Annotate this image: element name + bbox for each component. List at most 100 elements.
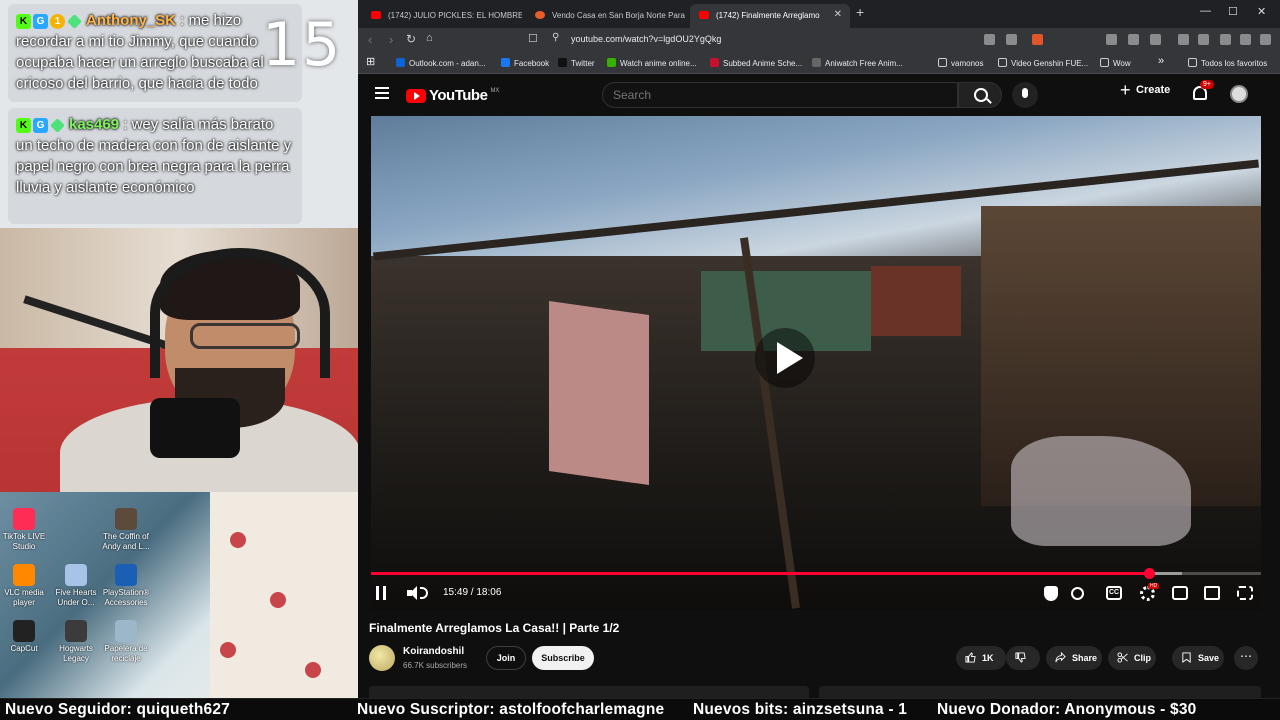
bookmark-item[interactable]: vamonos bbox=[938, 58, 983, 68]
like-button[interactable]: 1K bbox=[956, 646, 1006, 670]
minimize-button[interactable]: — bbox=[1200, 5, 1211, 17]
game-icon bbox=[65, 620, 87, 642]
bookmark-favicon-icon bbox=[501, 58, 510, 67]
bookmark-item[interactable]: Outlook.com - adan... bbox=[396, 58, 485, 68]
ticker-donor: Nuevo Donador: Anonymous - $30 bbox=[937, 701, 1197, 718]
subtitles-button[interactable]: CC bbox=[1106, 586, 1122, 600]
channel-avatar[interactable] bbox=[369, 645, 395, 671]
share-button[interactable]: Share bbox=[1046, 646, 1102, 670]
bookmark-item[interactable]: Wow bbox=[1100, 58, 1131, 68]
voice-search-button[interactable] bbox=[1012, 82, 1038, 108]
extension-icon[interactable] bbox=[1106, 34, 1117, 45]
close-window-button[interactable]: ✕ bbox=[1257, 5, 1266, 18]
youtube-icon bbox=[371, 11, 381, 19]
bookmarks-more-button[interactable]: » bbox=[1158, 55, 1164, 67]
address-bar: ‹ › ↻ ⌂ ☐ ⚲ youtube.com/watch?v=lgdOU2Yg… bbox=[358, 28, 1280, 52]
apps-icon[interactable]: ⊞ bbox=[366, 55, 375, 68]
bookmark-item[interactable]: Video Genshin FUE... bbox=[998, 58, 1088, 68]
fullscreen-icon[interactable] bbox=[1237, 586, 1253, 600]
time-display: 15:49 / 18:06 bbox=[443, 587, 502, 598]
forward-icon[interactable]: › bbox=[389, 32, 393, 47]
menu-icon[interactable] bbox=[1260, 34, 1271, 45]
kick-badge-icon: K bbox=[16, 117, 31, 133]
tab[interactable]: Vendo Casa en San Borja Norte Para bbox=[526, 4, 686, 28]
subscriber-badge-icon: G bbox=[33, 13, 48, 29]
shield-icon[interactable] bbox=[1044, 586, 1058, 601]
save-button[interactable]: Save bbox=[1172, 646, 1224, 670]
bookmark-item[interactable]: Aniwatch Free Anim... bbox=[812, 58, 903, 68]
extension-icon[interactable] bbox=[1128, 34, 1139, 45]
more-actions-button[interactable]: ⋯ bbox=[1234, 646, 1258, 670]
headphones bbox=[150, 248, 330, 378]
desktop-shortcut[interactable]: Papelera de reciclaje bbox=[96, 620, 156, 664]
wallet-icon[interactable] bbox=[1198, 34, 1209, 45]
music-icon[interactable] bbox=[1178, 34, 1189, 45]
description-box[interactable] bbox=[369, 686, 809, 698]
bookmark-label: Outlook.com - adan... bbox=[409, 59, 486, 68]
reload-icon[interactable]: ↻ bbox=[406, 32, 416, 46]
recommendation-card[interactable] bbox=[819, 686, 1261, 698]
miniplayer-icon[interactable] bbox=[1172, 586, 1188, 600]
share-label: Share bbox=[1072, 653, 1098, 663]
wallpaper-flower bbox=[270, 592, 286, 608]
tab[interactable]: (1742) JULIO PICKLES: EL HOMBRE M bbox=[362, 4, 522, 28]
youtube-icon bbox=[699, 11, 709, 19]
search-input[interactable] bbox=[602, 82, 958, 108]
maximize-button[interactable]: ☐ bbox=[1228, 5, 1238, 18]
extension-icon[interactable] bbox=[1150, 34, 1161, 45]
hamburger-menu-icon[interactable] bbox=[375, 87, 389, 99]
dislike-button[interactable] bbox=[1006, 646, 1040, 670]
close-icon[interactable]: ✕ bbox=[834, 9, 842, 20]
video-frame-door bbox=[549, 300, 649, 486]
clip-button[interactable]: Clip bbox=[1108, 646, 1156, 670]
bookmark-item[interactable]: Facebook bbox=[501, 58, 549, 68]
region-code: MX bbox=[490, 87, 500, 94]
url-field[interactable]: youtube.com/watch?v=lgdOU2YgQkg bbox=[571, 34, 721, 44]
bookmark-item[interactable]: Twitter bbox=[558, 58, 595, 68]
new-tab-button[interactable]: + bbox=[856, 4, 864, 20]
channel-name[interactable]: Koirandoshil bbox=[403, 646, 464, 657]
volume-wave-icon bbox=[420, 587, 428, 599]
notifications-badge: 9+ bbox=[1200, 80, 1214, 89]
share-page-icon[interactable] bbox=[1006, 34, 1017, 45]
desktop-shortcut[interactable]: TikTok LIVE Studio bbox=[0, 508, 54, 552]
game-icon bbox=[65, 564, 87, 586]
join-button[interactable]: Join bbox=[486, 646, 526, 670]
big-play-button[interactable] bbox=[755, 328, 815, 388]
bookmark-item[interactable]: Subbed Anime Sche... bbox=[710, 58, 802, 68]
pause-button[interactable] bbox=[376, 586, 386, 600]
vpn-icon[interactable] bbox=[1220, 34, 1231, 45]
ticker-follower: Nuevo Seguidor: quiqueth627 bbox=[5, 701, 231, 718]
reading-list-icon[interactable] bbox=[1240, 34, 1251, 45]
youtube-logo[interactable]: YouTube MX bbox=[406, 87, 499, 104]
thumbs-down-icon bbox=[1015, 652, 1026, 663]
playstation-icon bbox=[115, 564, 137, 586]
home-icon[interactable]: ⌂ bbox=[426, 32, 433, 44]
cast-icon[interactable] bbox=[1204, 586, 1220, 600]
bookmark-item[interactable]: Watch anime online... bbox=[607, 58, 697, 68]
search-button[interactable] bbox=[958, 82, 1002, 108]
folder-icon bbox=[1188, 58, 1197, 67]
back-icon[interactable]: ‹ bbox=[368, 32, 372, 47]
subscriber-count: 66.7K subscribers bbox=[403, 661, 468, 670]
subscribe-button[interactable]: Subscribe bbox=[532, 646, 594, 670]
bookmark-icon[interactable]: ☐ bbox=[528, 32, 538, 45]
bookmark-save-icon bbox=[1182, 652, 1191, 663]
create-button[interactable]: Create bbox=[1118, 80, 1170, 106]
brave-shield-icon[interactable] bbox=[1032, 34, 1043, 45]
extension-icon[interactable] bbox=[984, 34, 995, 45]
tab-active[interactable]: (1742) Finalmente Arreglamo ✕ bbox=[690, 4, 850, 28]
all-bookmarks-folder[interactable]: Todos los favoritos bbox=[1188, 58, 1267, 68]
site-info-icon[interactable]: ⚲ bbox=[552, 32, 559, 43]
chat-username: kas469 bbox=[69, 116, 120, 133]
video-player[interactable]: 15:49 / 18:06 CC HD bbox=[371, 116, 1261, 610]
desktop-shortcut-label: TikTok LIVE Studio bbox=[2, 532, 46, 551]
game-icon bbox=[115, 508, 137, 530]
browser-window: (1742) JULIO PICKLES: EL HOMBRE M Vendo … bbox=[358, 0, 1280, 698]
autoplay-toggle-icon[interactable] bbox=[1071, 587, 1084, 600]
desktop-shortcut[interactable]: The Coffin of Andy and L... bbox=[96, 508, 156, 552]
account-avatar[interactable] bbox=[1230, 85, 1248, 103]
progress-bar[interactable] bbox=[371, 568, 1261, 579]
desktop-shortcut[interactable]: PlayStation® Accessories bbox=[96, 564, 156, 608]
folder-icon bbox=[1100, 58, 1109, 67]
